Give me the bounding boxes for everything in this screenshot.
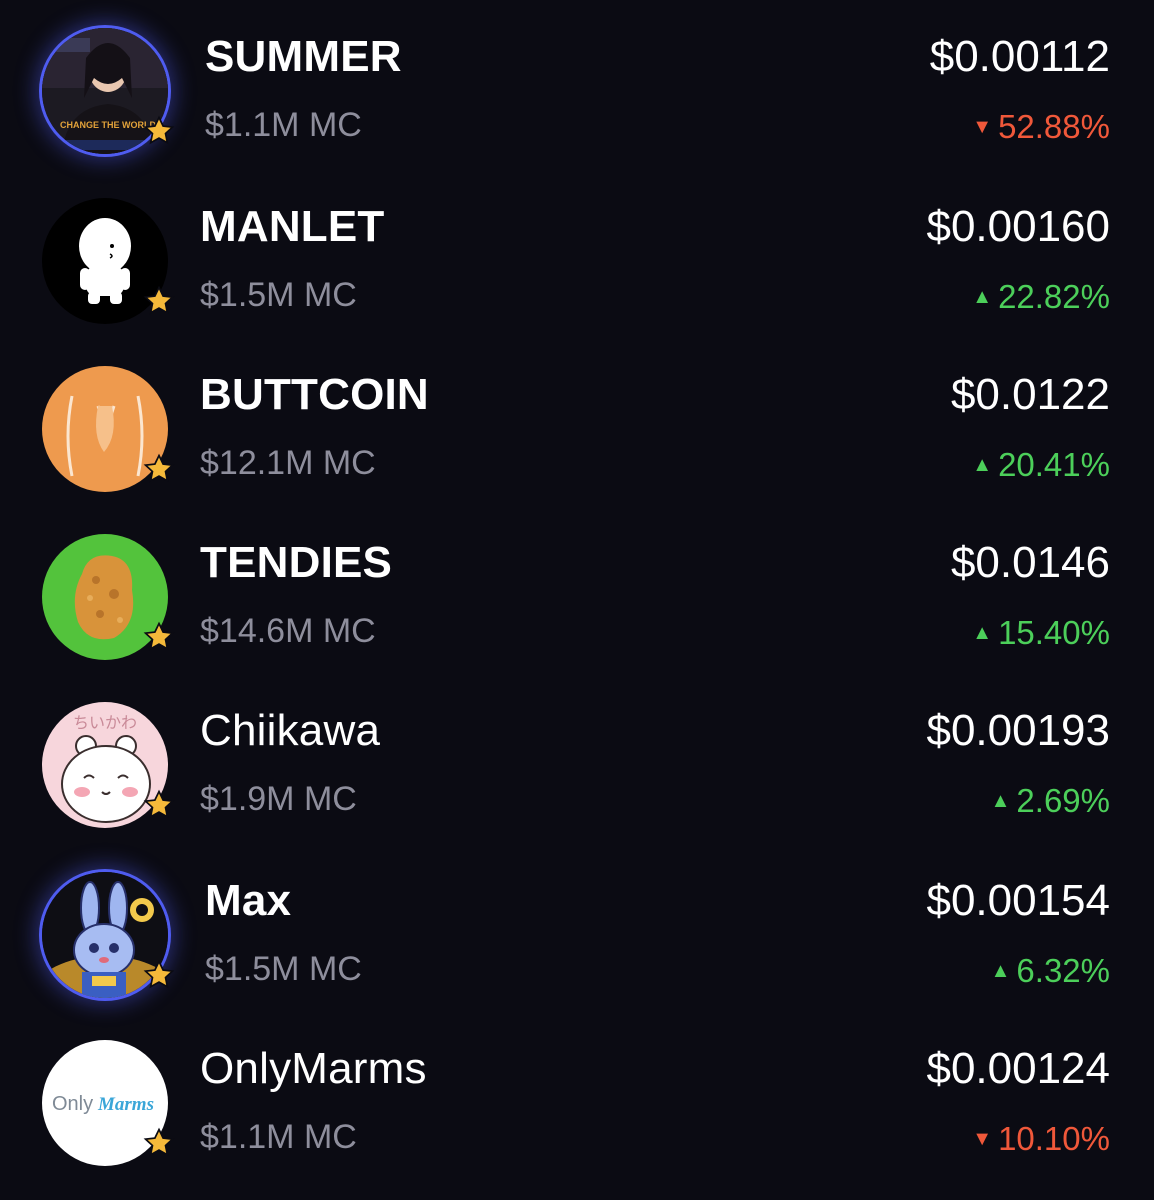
svg-text:Only: Only — [52, 1093, 93, 1115]
favorite-star-icon[interactable] — [142, 452, 176, 486]
token-market-cap: $1.9M MC — [200, 780, 357, 818]
down-arrow-icon: ▼ — [972, 116, 993, 138]
token-avatar — [42, 534, 175, 660]
token-name: OnlyMarms — [200, 1044, 427, 1093]
token-row-max[interactable]: Max $1.5M MC $0.00154 ▲ 6.32% — [0, 844, 1154, 1012]
favorite-star-icon[interactable] — [142, 788, 176, 822]
favorite-star-icon[interactable] — [142, 1126, 176, 1160]
token-change: ▲ 6.32% — [991, 952, 1110, 990]
token-change-value: 6.32% — [1016, 952, 1110, 989]
token-name: SUMMER — [205, 32, 402, 81]
favorite-star-icon[interactable] — [142, 958, 176, 992]
token-change-value: 20.41% — [998, 446, 1110, 483]
svg-text:ちいかわ: ちいかわ — [73, 713, 137, 732]
svg-text:Marms: Marms — [97, 1094, 154, 1115]
favorite-star-icon[interactable] — [142, 284, 176, 318]
token-name: Max — [205, 876, 292, 925]
up-arrow-icon: ▲ — [990, 790, 1011, 812]
token-change: ▼ 10.10% — [972, 1120, 1110, 1158]
token-name: Chiikawa — [200, 706, 381, 755]
token-change: ▼ 52.88% — [972, 108, 1110, 146]
token-row-manlet[interactable]: MANLET $1.5M MC $0.00160 ▲ 22.82% — [0, 170, 1154, 338]
token-change: ▲ 20.41% — [972, 446, 1110, 484]
token-market-cap: $1.1M MC — [200, 1118, 357, 1156]
favorite-star-icon[interactable] — [142, 620, 176, 654]
down-arrow-icon: ▼ — [972, 1128, 993, 1150]
token-row-tendies[interactable]: TENDIES $14.6M MC $0.0146 ▲ 15.40% — [0, 506, 1154, 674]
favorite-star-icon[interactable] — [142, 114, 176, 148]
token-market-cap: $12.1M MC — [200, 444, 376, 482]
token-change-value: 10.10% — [998, 1120, 1110, 1157]
token-avatar: Only Marms — [42, 1040, 175, 1166]
token-avatar — [42, 366, 175, 492]
up-arrow-icon: ▲ — [972, 286, 993, 308]
token-row-summer[interactable]: CHANGE THE WORLD SUMMER $1.1M MC $0.0011… — [0, 0, 1154, 168]
token-change-value: 22.82% — [998, 278, 1110, 315]
token-name: BUTTCOIN — [200, 370, 429, 419]
token-change-value: 2.69% — [1016, 782, 1110, 819]
token-list: CHANGE THE WORLD SUMMER $1.1M MC $0.0011… — [0, 0, 1154, 1200]
token-price: $0.00154 — [926, 876, 1110, 925]
token-avatar — [42, 198, 175, 324]
token-change: ▲ 22.82% — [972, 278, 1110, 316]
token-price: $0.00112 — [929, 32, 1110, 81]
up-arrow-icon: ▲ — [972, 454, 993, 476]
token-name: TENDIES — [200, 538, 393, 587]
token-change: ▲ 15.40% — [972, 614, 1110, 652]
token-name: MANLET — [200, 202, 385, 251]
token-avatar — [42, 872, 175, 998]
up-arrow-icon: ▲ — [990, 960, 1011, 982]
token-price: $0.0122 — [950, 370, 1110, 419]
token-market-cap: $1.1M MC — [205, 106, 362, 144]
token-change-value: 52.88% — [998, 108, 1110, 145]
token-market-cap: $1.5M MC — [200, 276, 357, 314]
token-row-onlymarms[interactable]: Only Marms OnlyMarms $1.1M MC $0.00124 ▼… — [0, 1012, 1154, 1180]
token-row-buttcoin[interactable]: BUTTCOIN $12.1M MC $0.0122 ▲ 20.41% — [0, 338, 1154, 506]
token-change: ▲ 2.69% — [991, 782, 1110, 820]
token-price: $0.00124 — [926, 1044, 1110, 1093]
up-arrow-icon: ▲ — [972, 622, 993, 644]
token-avatar: ちいかわ — [42, 702, 175, 828]
token-market-cap: $1.5M MC — [205, 950, 362, 988]
token-row-chiikawa[interactable]: ちいかわ Chiikawa $1.9M MC $0.00193 ▲ 2.69% — [0, 674, 1154, 842]
token-market-cap: $14.6M MC — [200, 612, 376, 650]
token-change-value: 15.40% — [998, 614, 1110, 651]
token-price: $0.00160 — [926, 202, 1110, 251]
token-price: $0.0146 — [950, 538, 1110, 587]
token-avatar: CHANGE THE WORLD — [42, 28, 175, 154]
token-price: $0.00193 — [926, 706, 1110, 755]
